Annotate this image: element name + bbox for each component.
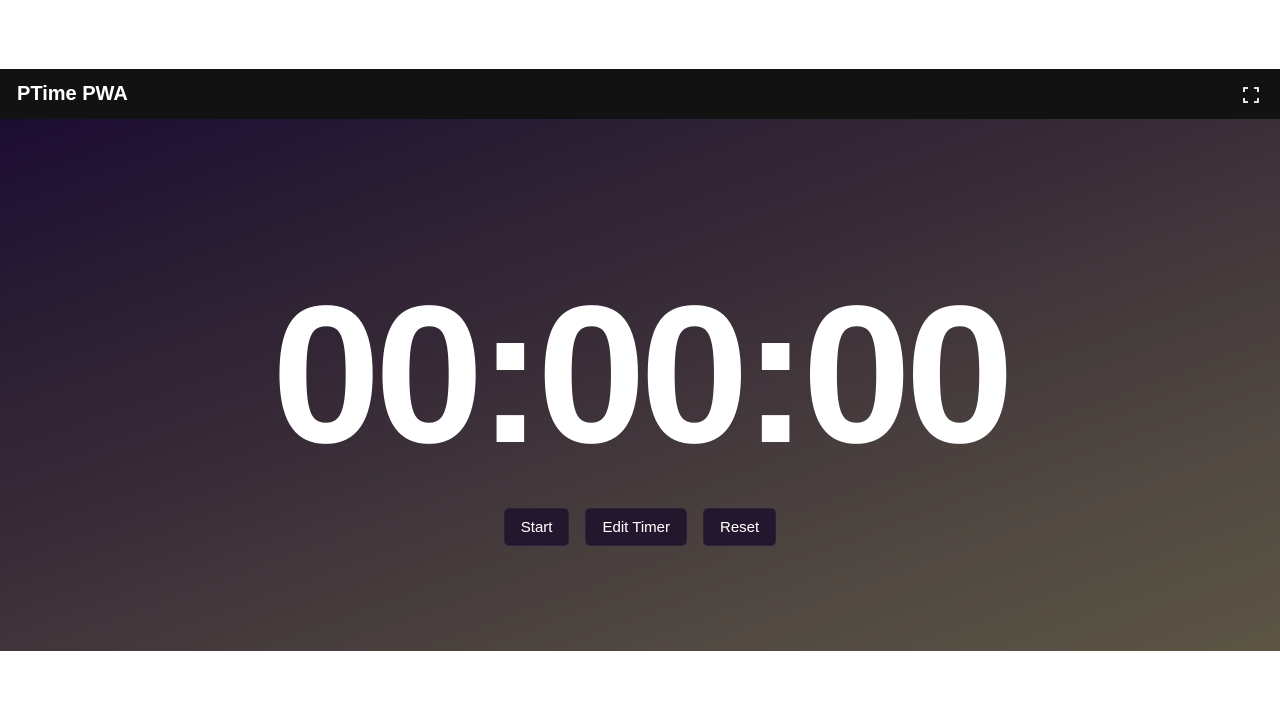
app-window: PTime PWA 00:00:00 Start Edit Timer Rese… xyxy=(0,69,1280,651)
fullscreen-icon xyxy=(1243,87,1259,103)
fullscreen-button[interactable] xyxy=(1242,86,1260,104)
reset-button[interactable]: Reset xyxy=(703,508,777,546)
top-bar: PTime PWA xyxy=(0,69,1280,119)
app-title: PTime PWA xyxy=(17,83,128,105)
timer-controls: Start Edit Timer Reset xyxy=(0,508,1280,546)
start-button[interactable]: Start xyxy=(503,508,570,546)
timer-display: 00:00:00 xyxy=(271,265,1015,484)
edit-timer-button[interactable]: Edit Timer xyxy=(585,508,687,546)
timer-stage: 00:00:00 Start Edit Timer Reset xyxy=(0,119,1280,651)
